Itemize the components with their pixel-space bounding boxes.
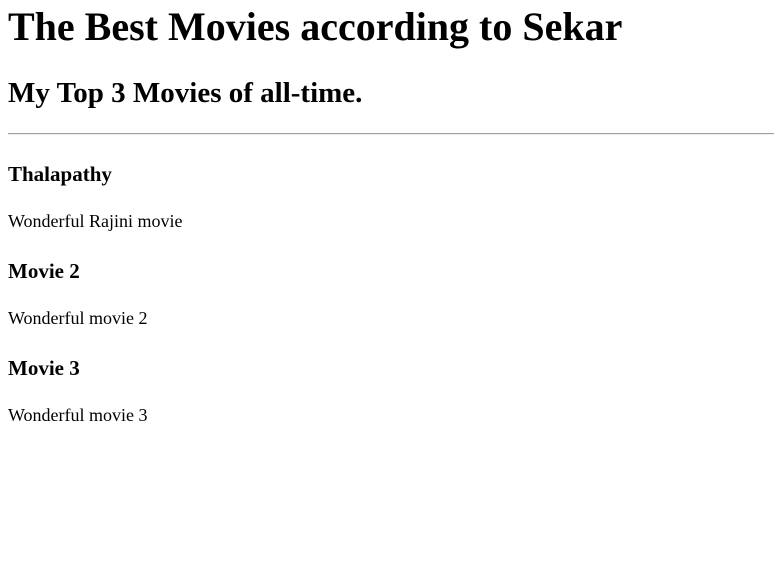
movie-description-3: Wonderful movie 3 — [8, 405, 148, 425]
movie-title-2: Movie 2 — [8, 259, 80, 283]
movie-title-1: Thalapathy — [8, 162, 112, 186]
divider — [8, 133, 774, 135]
page-title: The Best Movies according to Sekar — [8, 4, 623, 49]
page-subtitle: My Top 3 Movies of all-time. — [8, 77, 363, 109]
movie-title-3: Movie 3 — [8, 356, 80, 380]
movie-description-2: Wonderful movie 2 — [8, 308, 148, 328]
movie-description-1: Wonderful Rajini movie — [8, 211, 183, 231]
